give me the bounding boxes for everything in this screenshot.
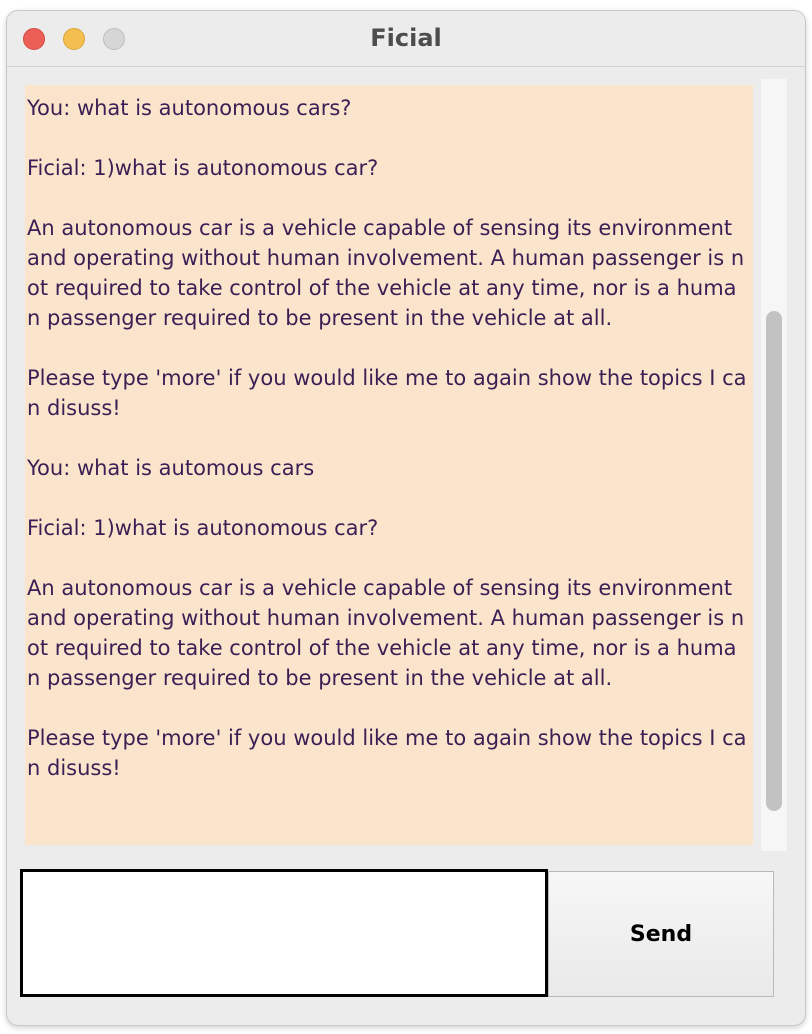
message-input[interactable] (20, 869, 548, 997)
send-button[interactable]: Send (548, 871, 774, 997)
chat-transcript-text: You: what is autonomous cars? Ficial: 1)… (27, 96, 747, 780)
chat-scrollbar[interactable] (761, 79, 787, 851)
title-bar: Ficial (7, 11, 805, 67)
app-window: Ficial You: what is autonomous cars? Fic… (6, 10, 806, 1026)
window-title: Ficial (370, 24, 442, 52)
scrollbar-thumb[interactable] (766, 311, 782, 811)
chat-transcript[interactable]: You: what is autonomous cars? Ficial: 1)… (25, 85, 753, 845)
